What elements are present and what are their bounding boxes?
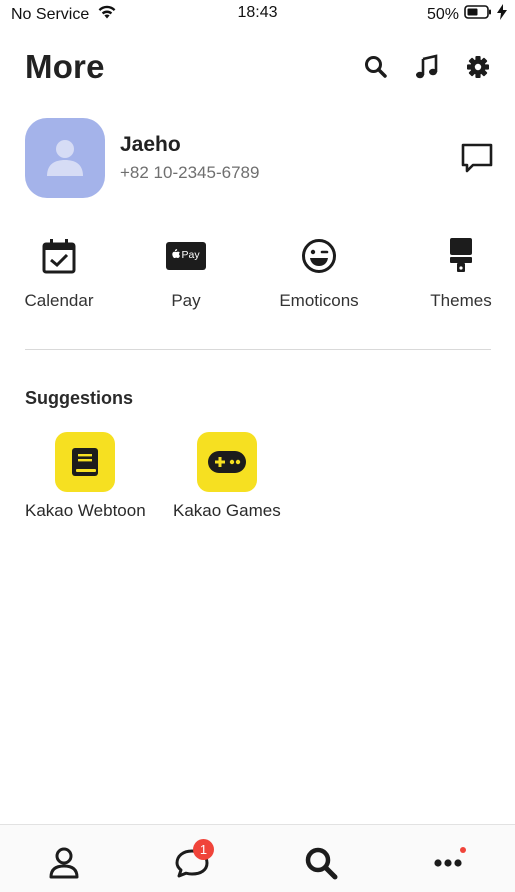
- tab-bar: 1: [0, 824, 515, 892]
- gear-icon[interactable]: [465, 54, 491, 80]
- gamepad-icon: [196, 432, 257, 492]
- more-dots-icon: [430, 859, 470, 887]
- chats-badge: 1: [193, 839, 214, 860]
- tab-search[interactable]: [301, 843, 341, 883]
- search-icon: [301, 847, 341, 887]
- charging-bolt-icon: [497, 4, 507, 25]
- quick-item-label: Themes: [430, 291, 492, 310]
- divider: [25, 349, 491, 350]
- suggestion-kakao-webtoon[interactable]: Kakao Webtoon: [25, 432, 146, 521]
- suggestions-title: Suggestions: [25, 388, 134, 408]
- calendar-icon: [39, 236, 79, 276]
- music-note-icon[interactable]: [414, 54, 440, 80]
- battery-percent: 50%: [426, 5, 459, 23]
- quick-item-calendar[interactable]: Calendar: [4, 236, 114, 311]
- book-icon: [55, 432, 116, 492]
- quick-item-pay[interactable]: Pay Pay: [131, 236, 241, 311]
- quick-item-label: Pay: [171, 291, 201, 310]
- paint-brush-icon: [441, 236, 481, 276]
- quick-item-label: Calendar: [24, 291, 94, 310]
- chat-bubble-icon[interactable]: [459, 140, 495, 176]
- profile-name: Jaeho: [120, 133, 181, 156]
- person-silhouette-icon: [47, 140, 83, 176]
- notification-dot: [460, 847, 466, 853]
- tab-chats[interactable]: 1: [172, 839, 214, 883]
- suggestion-label: Kakao Webtoon: [25, 501, 146, 520]
- chat-icon: [172, 849, 212, 887]
- suggestion-kakao-games[interactable]: Kakao Games: [173, 432, 281, 521]
- profile-phone: +82 10-2345-6789: [120, 163, 260, 182]
- quick-item-label: Emoticons: [279, 291, 359, 310]
- suggestion-label: Kakao Games: [173, 501, 281, 520]
- status-right: 50%: [427, 4, 507, 25]
- header-actions: [363, 54, 491, 80]
- quick-item-themes[interactable]: Themes: [406, 236, 515, 311]
- header: More: [25, 46, 495, 90]
- page-title: More: [25, 48, 105, 85]
- tab-more[interactable]: [430, 843, 470, 883]
- quick-menu: Calendar Pay Pay Emoticons Themes: [0, 236, 515, 316]
- emoticon-icon: [299, 236, 339, 276]
- person-icon: [44, 847, 84, 887]
- avatar[interactable]: [25, 118, 105, 198]
- svg-text:Pay: Pay: [182, 249, 201, 261]
- profile-row[interactable]: Jaeho +82 10-2345-6789: [25, 118, 495, 198]
- battery-icon: [464, 5, 492, 24]
- tab-friends[interactable]: [44, 843, 84, 883]
- search-icon[interactable]: [363, 54, 389, 80]
- apple-pay-icon: Pay: [166, 236, 206, 276]
- status-bar: No Service 18:43 50%: [0, 0, 515, 28]
- quick-item-emoticons[interactable]: Emoticons: [264, 236, 374, 311]
